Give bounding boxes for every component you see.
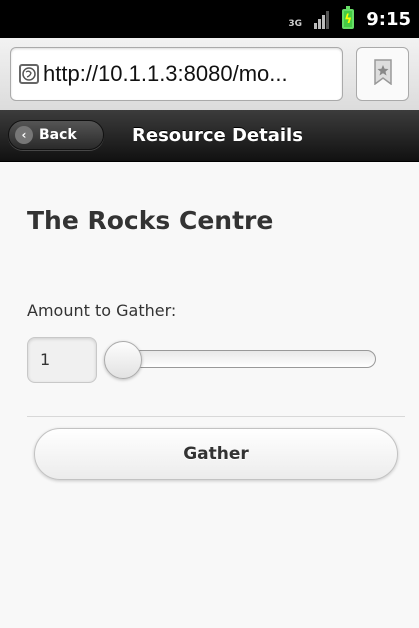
url-field[interactable]: http://10.1.1.3:8080/mo... [10,47,343,101]
network-3g-icon: 3G [288,19,303,29]
gather-button[interactable]: Gather [34,428,398,480]
gather-button-label: Gather [183,444,249,464]
amount-slider-track[interactable] [118,350,376,368]
status-clock: 9:15 [366,8,411,30]
back-button[interactable]: ‹ Back [8,120,104,150]
page-title: Resource Details [132,125,303,146]
amount-input[interactable]: 1 [27,337,97,383]
bookmark-icon [373,59,393,89]
browser-toolbar: http://10.1.1.3:8080/mo... [0,38,419,110]
chevron-left-icon: ‹ [15,126,33,144]
globe-icon [19,64,39,84]
divider [27,416,405,417]
back-button-label: Back [39,127,77,143]
url-text: http://10.1.1.3:8080/mo... [43,61,288,86]
amount-label: Amount to Gather: [27,301,177,320]
battery-charging-icon: ϟ [342,6,355,29]
page-header: ‹ Back Resource Details [0,110,419,162]
resource-heading: The Rocks Centre [27,206,274,235]
bookmark-button[interactable] [356,47,409,101]
main-content: The Rocks Centre Amount to Gather: 1 Gat… [0,162,419,628]
status-bar: 3G ϟ 9:15 [0,0,419,38]
signal-strength-icon [314,9,330,29]
amount-slider-handle[interactable] [104,341,142,379]
